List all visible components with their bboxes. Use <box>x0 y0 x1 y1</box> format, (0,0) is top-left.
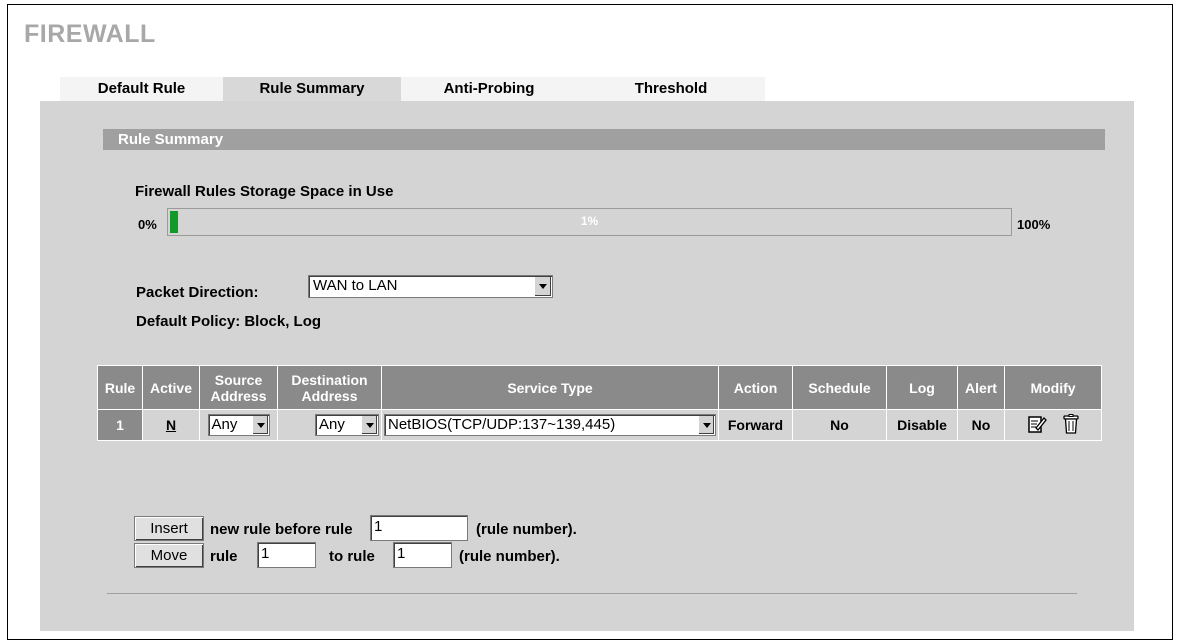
service-type-select[interactable]: NetBIOS(TCP/UDP:137~139,445) <box>384 414 716 436</box>
move-text: rule <box>210 548 238 565</box>
tab-default-rule[interactable]: Default Rule <box>60 77 223 101</box>
active-link[interactable]: N <box>166 417 176 433</box>
chevron-down-icon[interactable] <box>534 277 551 296</box>
rules-table: Rule Active Source Address Destination A… <box>97 365 1102 441</box>
tab-threshold[interactable]: Threshold <box>577 77 765 101</box>
packet-direction-value: WAN to LAN <box>313 277 398 294</box>
chevron-down-icon[interactable] <box>361 416 377 434</box>
move-from-input[interactable]: 1 <box>257 542 316 568</box>
page-title: FIREWALL <box>24 20 156 48</box>
rule-summary-panel: Rule Summary Firewall Rules Storage Spac… <box>40 101 1134 631</box>
header-action: Action <box>718 365 793 410</box>
header-schedule: Schedule <box>792 365 887 410</box>
storage-max-label: 100% <box>1017 217 1051 232</box>
packet-direction-select[interactable]: WAN to LAN <box>308 275 553 298</box>
chevron-down-icon[interactable] <box>251 416 268 434</box>
header-service-type: Service Type <box>381 365 719 410</box>
header-active: Active <box>142 365 200 410</box>
rule-number: 1 <box>97 409 143 441</box>
modify-cell <box>1004 409 1102 441</box>
header-rule: Rule <box>97 365 143 410</box>
move-to-input[interactable]: 1 <box>393 542 452 568</box>
section-title: Rule Summary <box>103 129 1105 150</box>
storage-progress-value: 1% <box>580 214 599 228</box>
destination-cell: Any <box>277 409 382 441</box>
header-log: Log <box>886 365 958 410</box>
insert-suffix: (rule number). <box>476 521 577 538</box>
insert-rule-input[interactable]: 1 <box>370 515 468 541</box>
header-modify: Modify <box>1004 365 1102 410</box>
storage-min-label: 0% <box>138 217 157 232</box>
header-alert: Alert <box>957 365 1005 410</box>
service-cell: NetBIOS(TCP/UDP:137~139,445) <box>381 409 719 441</box>
destination-address-select[interactable]: Any <box>315 414 379 436</box>
alert-cell: No <box>957 409 1005 441</box>
tab-bar: Default Rule Rule Summary Anti-Probing T… <box>60 77 765 101</box>
source-cell: Any <box>199 409 278 441</box>
header-destination-address: Destination Address <box>277 365 382 410</box>
action-cell: Forward <box>718 409 793 441</box>
move-to-text: to rule <box>329 548 375 565</box>
packet-direction-label: Packet Direction: <box>136 284 259 301</box>
schedule-cell: No <box>792 409 887 441</box>
tab-anti-probing[interactable]: Anti-Probing <box>401 77 577 101</box>
active-cell: N <box>142 409 200 441</box>
insert-text: new rule before rule <box>210 521 353 538</box>
header-source-address: Source Address <box>199 365 278 410</box>
divider <box>107 593 1077 594</box>
move-suffix: (rule number). <box>459 548 560 565</box>
source-address-select[interactable]: Any <box>207 414 270 436</box>
tab-rule-summary[interactable]: Rule Summary <box>223 77 401 101</box>
storage-label: Firewall Rules Storage Space in Use <box>135 183 394 200</box>
default-policy: Default Policy: Block, Log <box>136 313 322 330</box>
trash-icon[interactable] <box>1063 413 1079 437</box>
move-button[interactable]: Move <box>134 543 204 568</box>
insert-button[interactable]: Insert <box>134 516 204 541</box>
service-type-value: NetBIOS(TCP/UDP:137~139,445) <box>388 416 616 433</box>
table-row: 1 N Any Any NetBIOS(TCP/UDP:137~139,445) <box>97 409 1102 441</box>
storage-progress-bar: 1% <box>167 208 1012 236</box>
source-address-value: Any <box>211 416 238 433</box>
chevron-down-icon[interactable] <box>698 416 714 434</box>
log-cell: Disable <box>886 409 958 441</box>
destination-address-value: Any <box>319 416 345 433</box>
table-header-row: Rule Active Source Address Destination A… <box>97 365 1102 410</box>
edit-icon[interactable] <box>1027 414 1047 437</box>
